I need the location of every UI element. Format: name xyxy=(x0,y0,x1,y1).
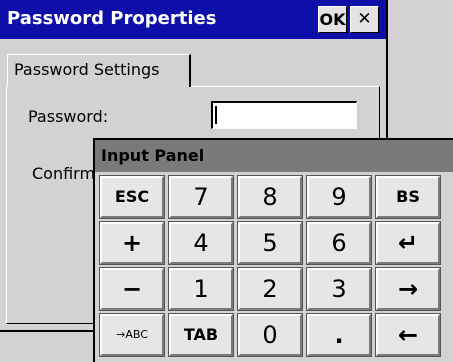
key-5[interactable]: 5 xyxy=(237,221,303,265)
password-input[interactable] xyxy=(211,101,357,129)
key-2[interactable]: 2 xyxy=(237,267,303,311)
dialog-title: Password Properties xyxy=(7,8,217,29)
key-7[interactable]: 7 xyxy=(168,175,234,219)
abc-switch-key-label: →ABC xyxy=(116,328,148,341)
esc-key[interactable]: ESC xyxy=(99,175,165,219)
key-5-label: 5 xyxy=(262,229,278,257)
text-caret xyxy=(215,106,217,124)
enter-icon: ↵ xyxy=(397,229,419,257)
enter-key[interactable]: ↵ xyxy=(375,221,441,265)
right-arrow-key[interactable]: → xyxy=(375,267,441,311)
plus-key[interactable]: + xyxy=(99,221,165,265)
password-label: Password: xyxy=(28,107,109,126)
key-0-label: 0 xyxy=(262,321,278,349)
key-3[interactable]: 3 xyxy=(306,267,372,311)
key-1-label: 1 xyxy=(193,275,209,303)
minus-key-label: − xyxy=(121,275,143,303)
tab-key-label: TAB xyxy=(183,325,219,344)
backspace-key[interactable]: BS xyxy=(375,175,441,219)
key-6[interactable]: 6 xyxy=(306,221,372,265)
key-7-label: 7 xyxy=(193,183,209,211)
minus-key[interactable]: − xyxy=(99,267,165,311)
close-button[interactable]: ✕ xyxy=(350,6,379,33)
right-arrow-icon: → xyxy=(397,275,419,303)
confirm-label: Confirm xyxy=(32,164,96,183)
period-key[interactable]: . xyxy=(306,313,372,357)
ok-button[interactable]: OK xyxy=(318,6,347,33)
left-arrow-icon: ← xyxy=(397,321,419,349)
tab-password-settings[interactable]: Password Settings xyxy=(7,54,191,87)
key-1[interactable]: 1 xyxy=(168,267,234,311)
key-9[interactable]: 9 xyxy=(306,175,372,219)
period-key-label: . xyxy=(334,321,344,349)
key-8[interactable]: 8 xyxy=(237,175,303,219)
key-8-label: 8 xyxy=(262,183,278,211)
plus-key-label: + xyxy=(121,229,143,257)
left-arrow-key[interactable]: ← xyxy=(375,313,441,357)
esc-key-label: ESC xyxy=(114,187,150,206)
dialog-titlebar: Password Properties OK ✕ xyxy=(0,0,386,39)
key-2-label: 2 xyxy=(262,275,278,303)
input-panel: Input Panel ESC 7 8 9 BS + 4 5 6 ↵ − 1 2… xyxy=(93,138,453,362)
key-4[interactable]: 4 xyxy=(168,221,234,265)
key-3-label: 3 xyxy=(331,275,347,303)
tab-key[interactable]: TAB xyxy=(168,313,234,357)
backspace-key-label: BS xyxy=(396,187,420,206)
key-0[interactable]: 0 xyxy=(237,313,303,357)
key-4-label: 4 xyxy=(193,229,209,257)
key-9-label: 9 xyxy=(331,183,347,211)
key-6-label: 6 xyxy=(331,229,347,257)
abc-switch-key[interactable]: →ABC xyxy=(99,313,165,357)
input-panel-title[interactable]: Input Panel xyxy=(95,140,453,172)
